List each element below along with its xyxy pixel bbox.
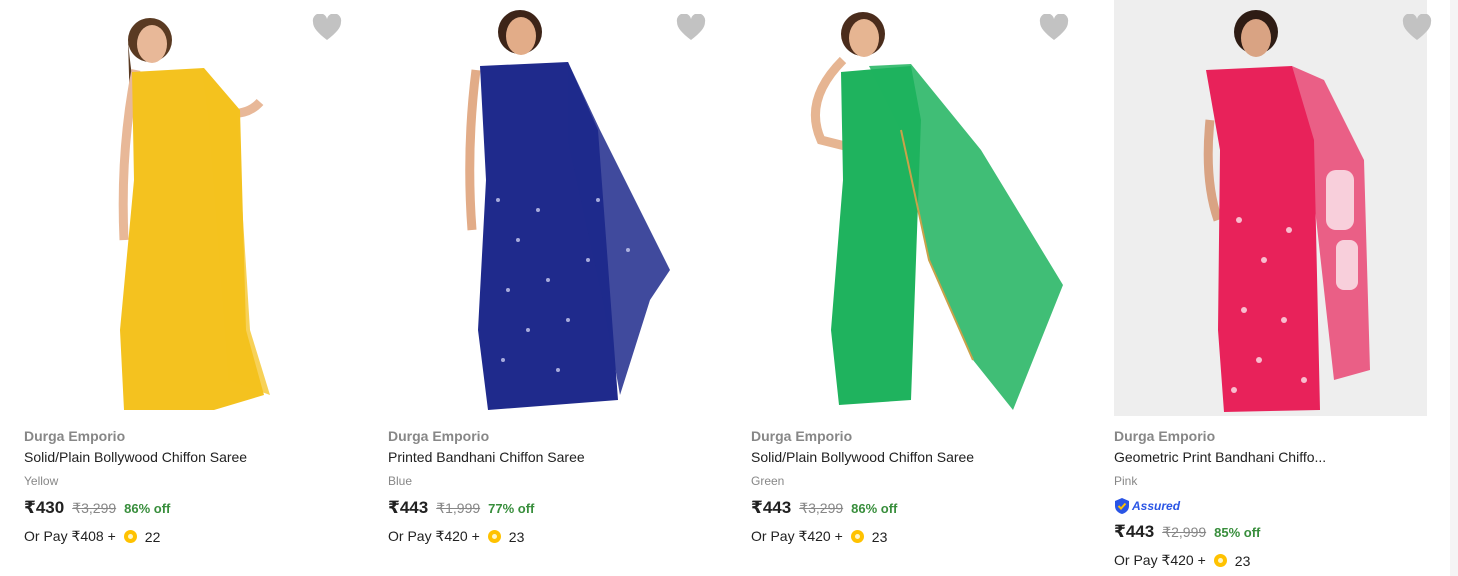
pay-prefix: Or Pay ₹408 + <box>24 528 116 544</box>
pay-prefix: Or Pay ₹420 + <box>1114 552 1206 568</box>
supercoin-offer: Or Pay ₹420 + 23 <box>751 528 887 545</box>
pay-prefix: Or Pay ₹420 + <box>751 528 843 544</box>
product-color: Green <box>751 474 785 488</box>
product-image[interactable] <box>1114 0 1427 416</box>
price-row: ₹443 ₹1,999 77% off <box>388 498 534 518</box>
heart-icon[interactable] <box>1402 14 1432 42</box>
brand-name: Durga Emporio <box>388 428 490 444</box>
product-card[interactable]: Durga Emporio Printed Bandhani Chiffon S… <box>364 0 706 576</box>
selling-price: ₹443 <box>388 498 429 517</box>
heart-icon[interactable] <box>1039 14 1069 42</box>
original-price: ₹2,999 <box>1162 524 1207 540</box>
supercoin-icon <box>487 530 501 543</box>
product-title[interactable]: Solid/Plain Bollywood Chiffon Saree <box>751 449 974 465</box>
assured-label: Assured <box>1132 499 1181 513</box>
heart-icon[interactable] <box>676 14 706 42</box>
heart-icon[interactable] <box>312 14 342 42</box>
product-color: Yellow <box>24 474 59 488</box>
product-card[interactable]: Durga Emporio Solid/Plain Bollywood Chif… <box>727 0 1069 576</box>
supercoin-icon <box>1213 554 1227 567</box>
original-price: ₹3,299 <box>72 500 117 516</box>
original-price: ₹3,299 <box>799 500 844 516</box>
product-color: Blue <box>388 474 413 488</box>
brand-name: Durga Emporio <box>751 428 853 444</box>
supercoin-offer: Or Pay ₹420 + 23 <box>1114 552 1250 569</box>
product-title[interactable]: Geometric Print Bandhani Chiffo... <box>1114 449 1326 465</box>
product-color: Pink <box>1114 474 1138 488</box>
product-image[interactable] <box>751 0 1064 416</box>
selling-price: ₹443 <box>751 498 792 517</box>
discount-label: 85% off <box>1214 525 1261 540</box>
product-image[interactable] <box>24 0 337 416</box>
supercoin-icon <box>850 530 864 543</box>
discount-label: 86% off <box>124 501 171 516</box>
product-title[interactable]: Solid/Plain Bollywood Chiffon Saree <box>24 449 247 465</box>
selling-price: ₹443 <box>1114 522 1155 541</box>
selling-price: ₹430 <box>24 498 65 517</box>
product-title[interactable]: Printed Bandhani Chiffon Saree <box>388 449 585 465</box>
original-price: ₹1,999 <box>436 500 481 516</box>
price-row: ₹430 ₹3,299 86% off <box>24 498 170 518</box>
price-row: ₹443 ₹2,999 85% off <box>1114 522 1260 542</box>
discount-label: 86% off <box>851 501 898 516</box>
product-image[interactable] <box>388 0 701 416</box>
product-card[interactable]: Durga Emporio Geometric Print Bandhani C… <box>1090 0 1432 576</box>
scrollbar-track[interactable] <box>1450 0 1458 576</box>
brand-name: Durga Emporio <box>1114 428 1216 444</box>
supercoin-offer: Or Pay ₹408 + 22 <box>24 528 160 545</box>
supercoin-icon <box>123 530 137 543</box>
product-card[interactable]: Durga Emporio Solid/Plain Bollywood Chif… <box>0 0 342 576</box>
discount-label: 77% off <box>488 501 535 516</box>
brand-name: Durga Emporio <box>24 428 126 444</box>
price-row: ₹443 ₹3,299 86% off <box>751 498 897 518</box>
coin-count: 23 <box>871 528 888 545</box>
supercoin-offer: Or Pay ₹420 + 23 <box>388 528 524 545</box>
pay-prefix: Or Pay ₹420 + <box>388 528 480 544</box>
shield-icon <box>1115 498 1129 514</box>
coin-count: 23 <box>508 528 525 545</box>
coin-count: 23 <box>1234 552 1251 569</box>
coin-count: 22 <box>144 528 161 545</box>
assured-badge: Assured <box>1114 496 1180 516</box>
